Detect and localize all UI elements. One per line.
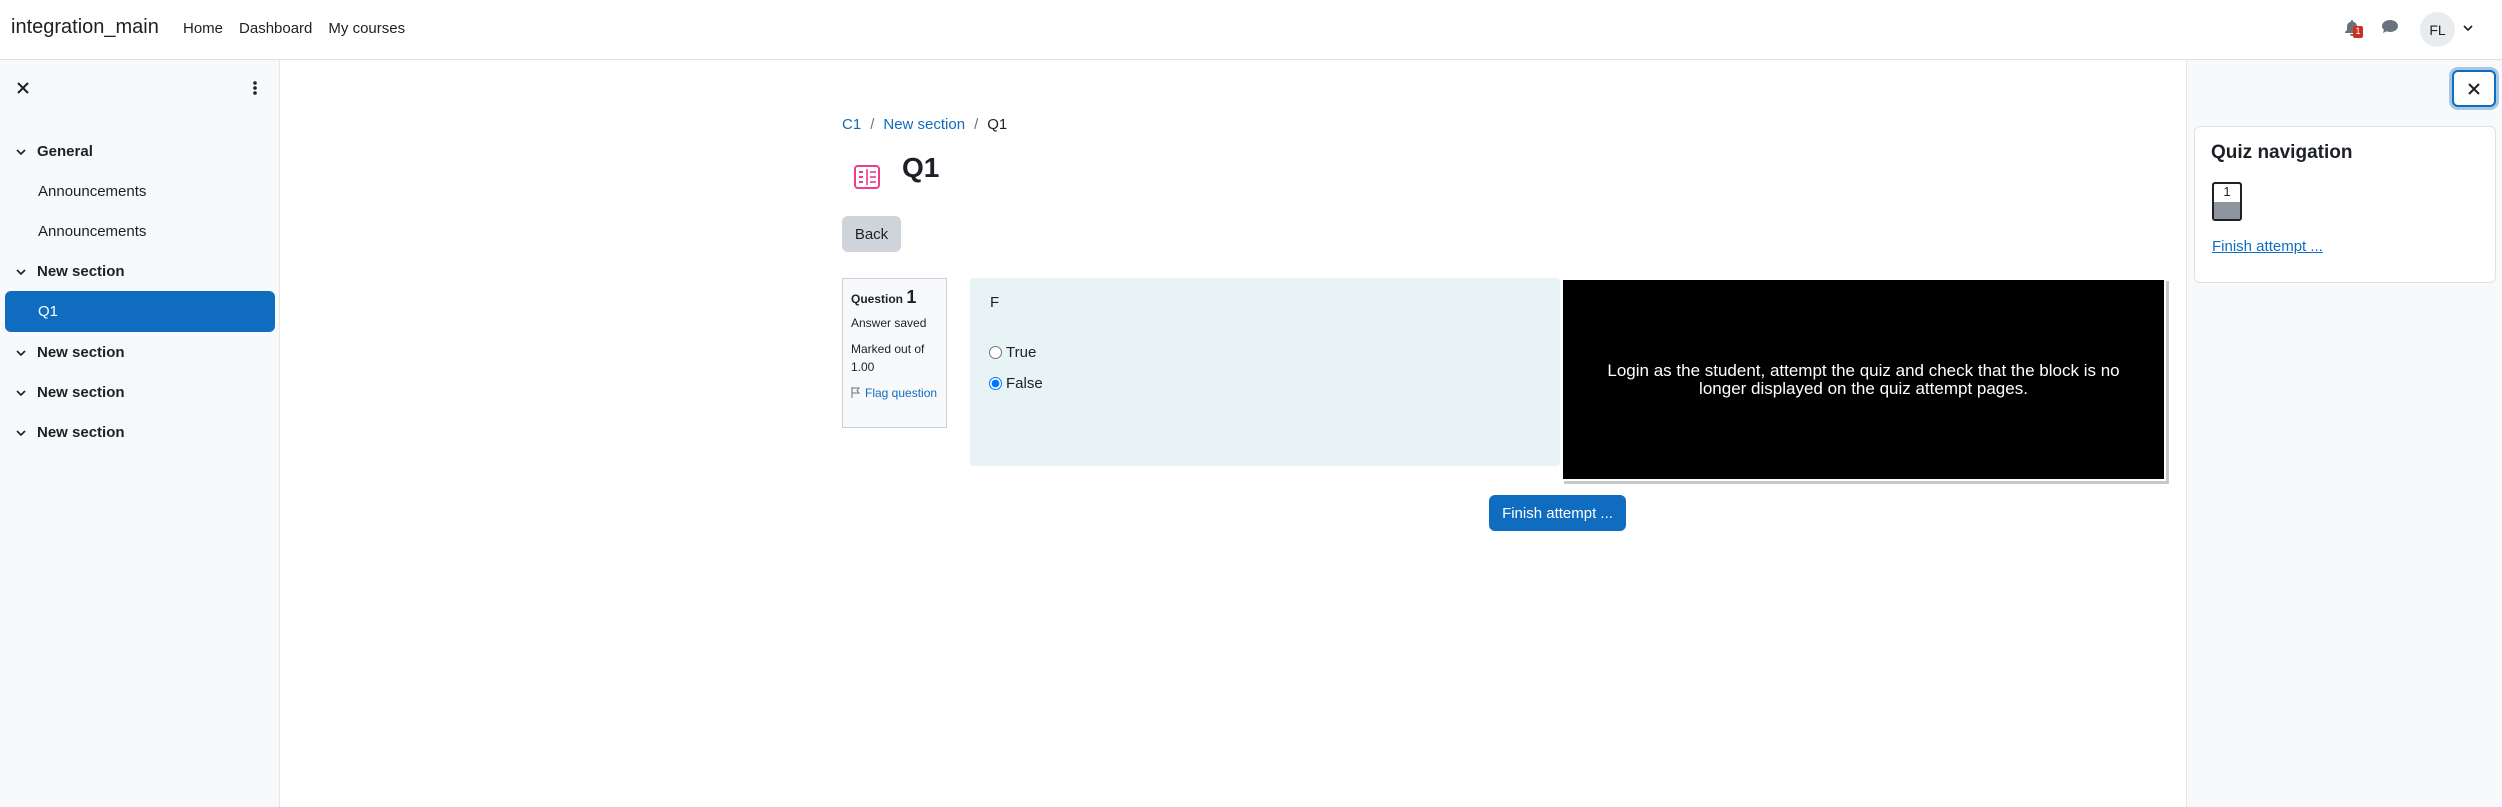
course-index-drawer: General Announcements Announcements New … [0, 60, 280, 807]
breadcrumb-separator: / [974, 116, 979, 133]
question-number-value: 1 [906, 287, 917, 307]
breadcrumb-course-link[interactable]: C1 [842, 116, 861, 133]
course-section-new-section[interactable]: New section [0, 412, 280, 452]
finish-attempt-button[interactable]: Finish attempt ... [1489, 495, 1626, 531]
course-section-new-section[interactable]: New section [0, 332, 280, 372]
notification-count-badge: 1 [2353, 26, 2363, 38]
chevron-down-icon[interactable] [15, 347, 27, 359]
course-item-announcements[interactable]: Announcements [0, 171, 280, 211]
breadcrumb-current: Q1 [987, 116, 1008, 133]
flag-question-label[interactable]: Flag question [865, 384, 937, 402]
quiz-nav-question-number: 1 [2223, 184, 2231, 199]
item-label[interactable]: Announcements [38, 223, 146, 240]
answer-option-false[interactable]: False [989, 368, 1540, 399]
course-item-q1[interactable]: Q1 [5, 291, 275, 332]
breadcrumb: C1 / New section / Q1 [842, 116, 1007, 133]
nav-home-link[interactable]: Home [183, 20, 223, 37]
page-title: Q1 [902, 152, 940, 183]
course-section-general[interactable]: General [0, 131, 280, 171]
question-number: Question 1 [851, 287, 938, 308]
answer-label[interactable]: True [1006, 344, 1036, 361]
finish-attempt-link[interactable]: Finish attempt ... [2212, 238, 2323, 255]
chevron-down-icon[interactable] [15, 266, 27, 278]
question-content: F True False [970, 278, 1560, 466]
answer-radio-true[interactable] [989, 346, 1002, 359]
course-section-new-section[interactable]: New section [0, 372, 280, 412]
question-text: F [990, 294, 1000, 311]
breadcrumb-separator: / [870, 116, 875, 133]
course-item-announcements[interactable]: Announcements [0, 211, 280, 251]
close-icon[interactable] [14, 79, 32, 97]
answer-label[interactable]: False [1006, 375, 1043, 392]
chevron-down-icon[interactable] [2462, 22, 2474, 34]
more-options-icon[interactable] [248, 79, 262, 97]
nav-dashboard-link[interactable]: Dashboard [239, 20, 312, 37]
quiz-nav-question-button[interactable]: 1 [2212, 182, 2242, 221]
flag-question-link[interactable]: Flag question [851, 384, 938, 402]
block-drawer: Quiz navigation 1 Finish attempt ... [2186, 60, 2502, 807]
section-title[interactable]: New section [37, 344, 125, 361]
section-title[interactable]: New section [37, 384, 125, 401]
close-icon [2468, 82, 2480, 95]
close-drawer-button[interactable] [2452, 70, 2496, 107]
section-title[interactable]: New section [37, 263, 125, 280]
course-section-new-section[interactable]: New section [0, 251, 280, 291]
breadcrumb-section-link[interactable]: New section [883, 116, 965, 133]
top-navbar: integration_main Home Dashboard My cours… [0, 0, 2502, 60]
section-title[interactable]: General [37, 143, 93, 160]
overlay-text: Login as the student, attempt the quiz a… [1607, 360, 2120, 398]
answer-options: True False [989, 337, 1540, 399]
answer-option-true[interactable]: True [989, 337, 1540, 368]
answered-indicator [2214, 202, 2240, 219]
question-label: Question [851, 292, 904, 306]
nav-my-courses-link[interactable]: My courses [328, 20, 405, 37]
test-instruction-overlay: Login as the student, attempt the quiz a… [1561, 278, 2166, 481]
section-title[interactable]: New section [37, 424, 125, 441]
item-label[interactable]: Q1 [38, 303, 58, 320]
block-title: Quiz navigation [2211, 142, 2353, 163]
answer-radio-false[interactable] [989, 377, 1002, 390]
user-avatar[interactable]: FL [2420, 12, 2455, 47]
site-brand[interactable]: integration_main [11, 16, 159, 39]
flag-icon [851, 387, 861, 398]
question-state: Answer saved [851, 316, 927, 330]
notifications-button[interactable]: 1 [2345, 20, 2363, 38]
chevron-down-icon[interactable] [15, 387, 27, 399]
quiz-icon [854, 165, 880, 189]
course-index: General Announcements Announcements New … [0, 131, 280, 452]
question-grade: Marked out of 1.00 [851, 342, 925, 374]
chevron-down-icon[interactable] [15, 146, 27, 158]
chat-icon [2382, 20, 2398, 33]
primary-navigation: Home Dashboard My courses [183, 20, 421, 37]
item-label[interactable]: Announcements [38, 183, 146, 200]
quiz-navigation-block: Quiz navigation 1 Finish attempt ... [2194, 126, 2496, 283]
back-button[interactable]: Back [842, 216, 901, 252]
chevron-down-icon[interactable] [15, 427, 27, 439]
question-info-panel: Question 1 Answer saved Marked out of 1.… [842, 278, 947, 428]
messages-button[interactable] [2382, 20, 2400, 38]
